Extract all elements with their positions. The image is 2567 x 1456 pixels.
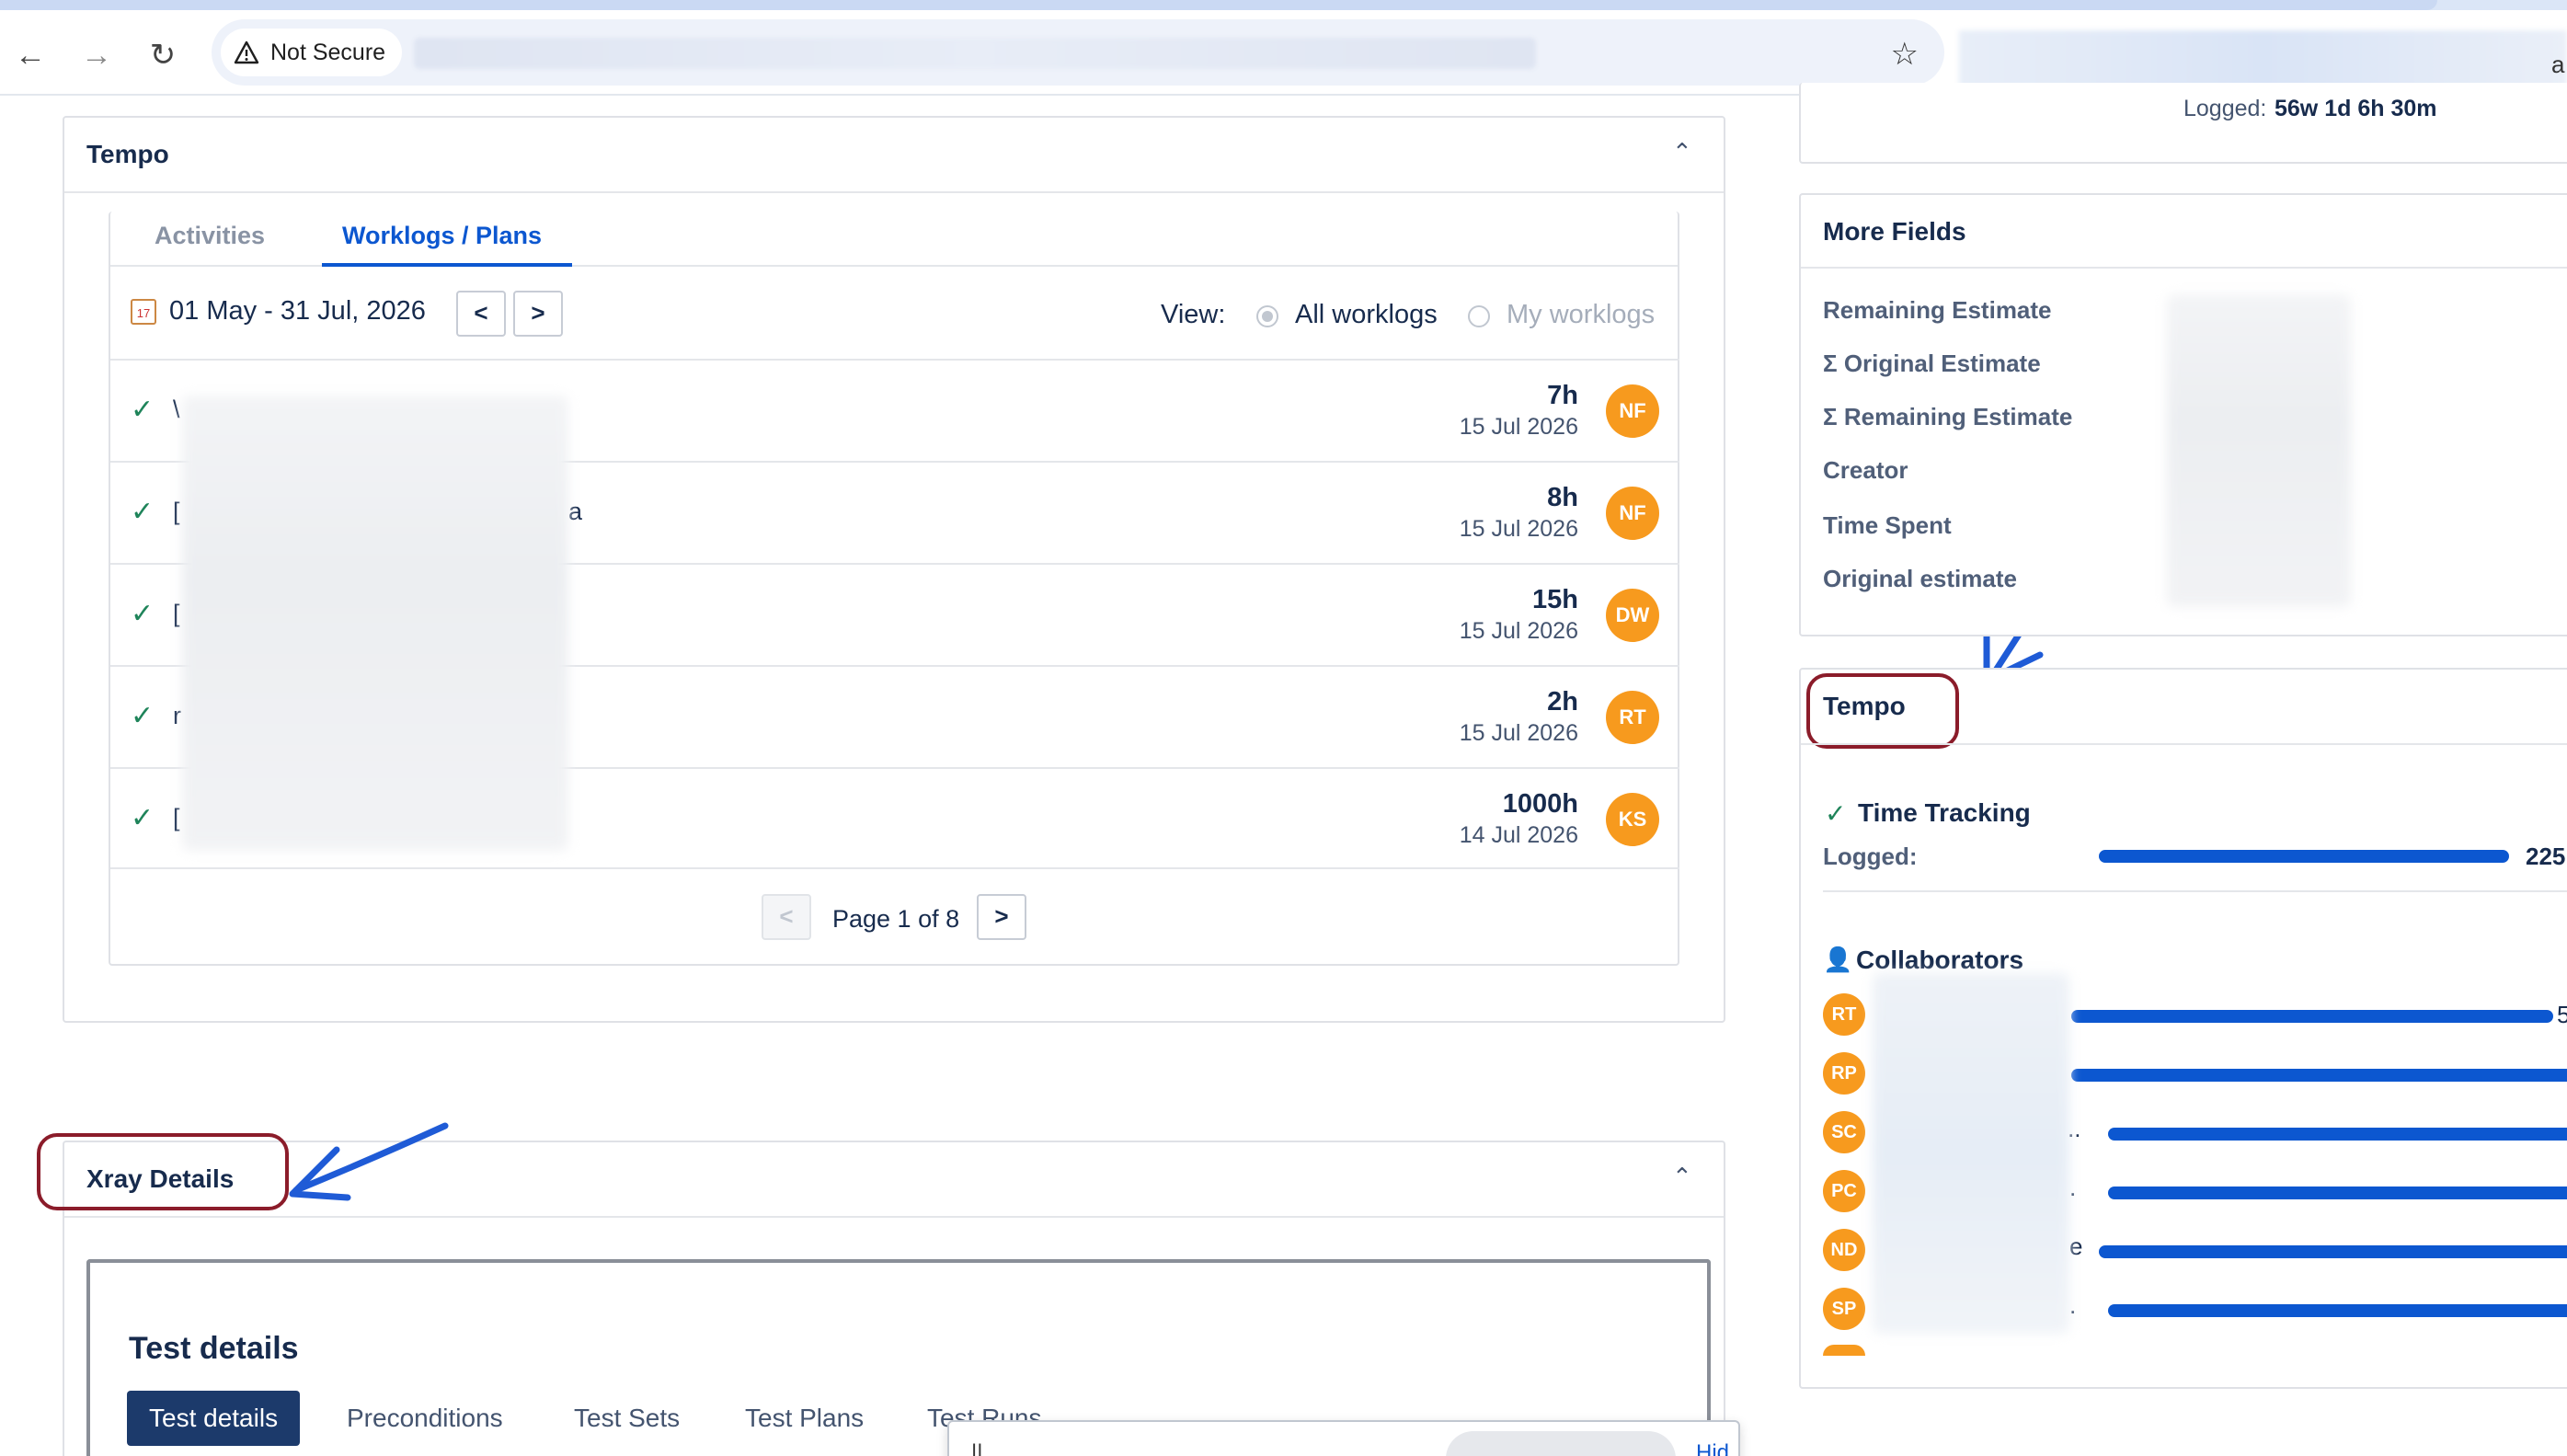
collaborator-name-tail: .	[2069, 1174, 2077, 1201]
time-tracking-label: Time Tracking	[1858, 798, 2031, 827]
field-sigma-remaining-estimate: Σ Remaining Estimate	[1823, 403, 2073, 430]
avatar-partial	[1823, 1345, 1865, 1356]
collaborator-bar	[2099, 1245, 2567, 1258]
field-original-estimate: Original estimate	[1823, 565, 2017, 592]
time-tracking-divider	[1823, 890, 2567, 892]
collaborator-name-tail: e	[2069, 1232, 2083, 1260]
collaborator-bar	[2108, 1187, 2567, 1199]
more-fields-divider	[1801, 267, 2567, 269]
logged-top-value: 56w 1d 6h 30m	[2275, 96, 2437, 121]
collaborator-bar	[2071, 1069, 2567, 1082]
collaborator-value: 5	[2557, 1001, 2567, 1028]
redacted-collaborator-names	[1873, 973, 2069, 1334]
logged-progress-bar	[2099, 850, 2509, 863]
redacted-field-values	[2167, 294, 2351, 607]
avatar[interactable]: PC	[1823, 1170, 1865, 1212]
collaborator-bar	[2108, 1128, 2567, 1141]
person-icon: 👤	[1823, 946, 1853, 973]
collaborator-bar	[2108, 1304, 2567, 1317]
more-fields-title: More Fields	[1823, 217, 1966, 246]
field-creator: Creator	[1823, 456, 1908, 484]
logged-value: 225	[2526, 843, 2566, 870]
logged-label: Logged:	[1823, 843, 1918, 870]
collaborator-name-tail: .	[2069, 1291, 2077, 1319]
field-time-spent: Time Spent	[1823, 511, 1952, 539]
field-sigma-original-estimate: Σ Original Estimate	[1823, 350, 2041, 377]
avatar[interactable]: ND	[1823, 1229, 1865, 1271]
field-remaining-estimate: Remaining Estimate	[1823, 296, 2052, 324]
check-icon: ✓	[1825, 799, 1847, 828]
avatar[interactable]: RP	[1823, 1052, 1865, 1095]
collaborator-name-tail: ..	[2068, 1115, 2081, 1142]
collaborator-bar	[2071, 1010, 2553, 1023]
tempo-side-divider	[1801, 743, 2567, 745]
avatar[interactable]: SP	[1823, 1288, 1865, 1330]
logged-top-label: Logged:	[2183, 96, 2267, 121]
annotation-oval-tempo	[1806, 673, 1959, 749]
avatar[interactable]: RT	[1823, 993, 1865, 1036]
avatar[interactable]: SC	[1823, 1111, 1865, 1153]
collaborators-label: Collaborators	[1856, 946, 2024, 974]
